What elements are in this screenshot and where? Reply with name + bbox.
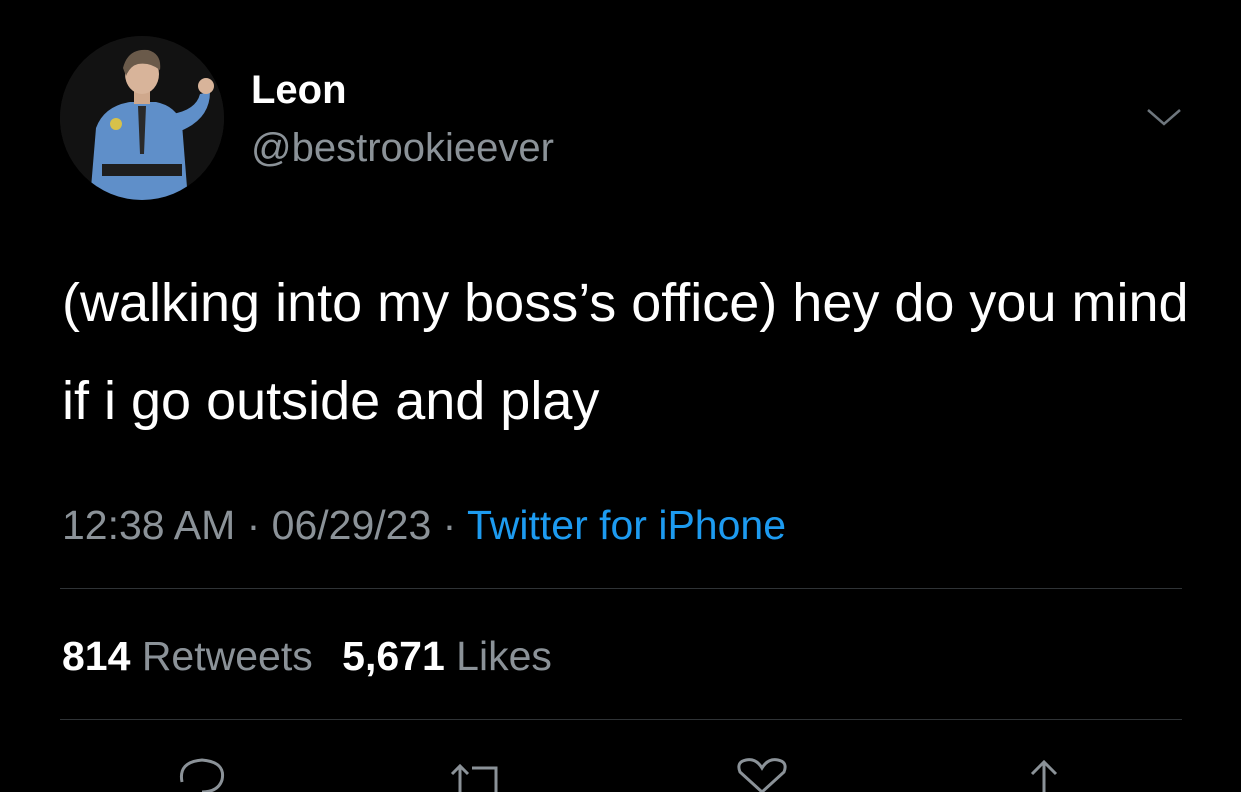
tweet-date: 06/29/23 bbox=[271, 502, 432, 548]
retweets-label: Retweets bbox=[141, 633, 313, 679]
meta-separator: · bbox=[431, 502, 467, 548]
likes-label: Likes bbox=[456, 633, 552, 679]
avatar[interactable] bbox=[60, 36, 224, 200]
chevron-down-icon[interactable] bbox=[1144, 102, 1184, 132]
share-icon[interactable] bbox=[1014, 752, 1074, 792]
tweet-time: 12:38 AM bbox=[62, 502, 236, 548]
tweet-stats: 814 Retweets 5,671 Likes bbox=[62, 631, 552, 681]
tweet-meta: 12:38 AM · 06/29/23 · Twitter for iPhone bbox=[62, 500, 786, 550]
meta-separator: · bbox=[235, 502, 272, 548]
retweet-icon[interactable] bbox=[446, 752, 506, 792]
like-icon[interactable] bbox=[732, 752, 792, 792]
avatar-image bbox=[60, 36, 224, 200]
divider bbox=[60, 588, 1182, 589]
retweets-stat[interactable]: 814 Retweets bbox=[62, 633, 313, 679]
reply-icon[interactable] bbox=[172, 752, 232, 792]
tweet-source-link[interactable]: Twitter for iPhone bbox=[467, 502, 786, 548]
retweets-count: 814 bbox=[62, 633, 131, 679]
display-name[interactable]: Leon bbox=[251, 66, 347, 114]
user-handle[interactable]: @bestrookieever bbox=[251, 124, 554, 172]
likes-stat[interactable]: 5,671 Likes bbox=[342, 633, 552, 679]
likes-count: 5,671 bbox=[342, 633, 445, 679]
divider bbox=[60, 719, 1182, 720]
tweet-text: (walking into my boss’s office) hey do y… bbox=[62, 273, 1189, 431]
